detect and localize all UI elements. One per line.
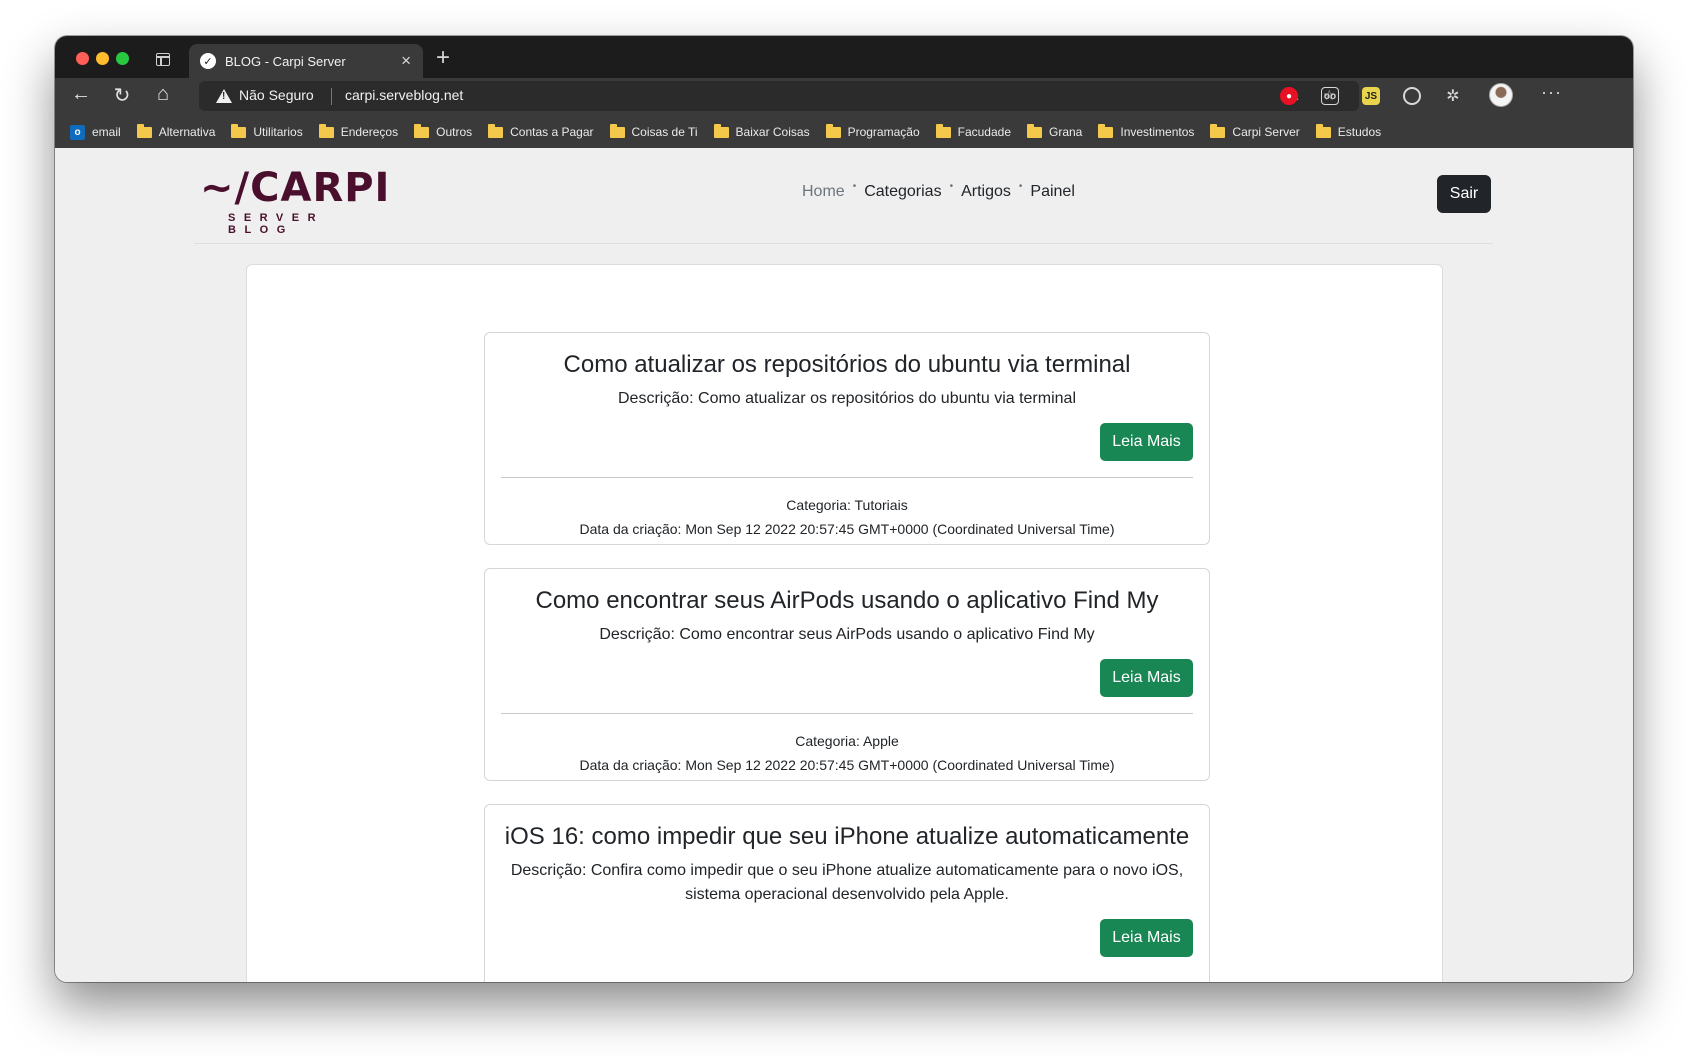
address-bar[interactable]: Não Seguro carpi.serveblog.net A ☆: [199, 81, 1359, 111]
folder-icon: [825, 123, 841, 138]
new-tab-icon[interactable]: +: [436, 44, 450, 72]
nav-articles[interactable]: Artigos: [953, 183, 1019, 201]
nav-panel[interactable]: Painel: [1022, 183, 1082, 201]
extension-red-icon[interactable]: ●: [1280, 87, 1298, 105]
article-title: Como encontrar seus AirPods usando o apl…: [535, 587, 1159, 614]
bookmark-folder[interactable]: Endereços: [318, 123, 398, 139]
security-label[interactable]: Não Seguro: [239, 87, 314, 103]
article-card: Como encontrar seus AirPods usando o apl…: [484, 568, 1210, 781]
carpi-logo-icon: ✓: [200, 53, 216, 69]
bookmark-folder[interactable]: Alternativa: [136, 123, 215, 139]
bookmark-folder[interactable]: Programação: [825, 123, 920, 139]
article-date: Data da criação: Mon Sep 12 2022 20:57:4…: [579, 521, 1115, 537]
home-icon[interactable]: ⌂: [150, 83, 176, 106]
outlook-icon: o: [70, 124, 85, 140]
folder-icon: [318, 123, 334, 138]
profile-avatar[interactable]: [1489, 83, 1513, 107]
article-card: iOS 16: como impedir que seu iPhone atua…: [484, 804, 1210, 982]
bookmark-folder[interactable]: Utilitarios: [231, 123, 303, 139]
articles-container: Como atualizar os repositórios do ubuntu…: [246, 264, 1443, 982]
folder-icon: [713, 123, 729, 138]
article-card: Como atualizar os repositórios do ubuntu…: [484, 332, 1210, 545]
nav-home[interactable]: Home: [794, 183, 853, 201]
read-more-button[interactable]: Leia Mais: [1100, 919, 1193, 957]
nav-separator: •: [949, 180, 954, 192]
read-more-button[interactable]: Leia Mais: [1100, 659, 1193, 697]
article-date: Data da criação: Mon Sep 12 2022 20:57:4…: [579, 757, 1115, 773]
folder-icon: [935, 123, 951, 138]
site-header: ~/CARPI SERVER BLOG Home • Categorias • …: [194, 148, 1493, 244]
article-description: Descrição: Como atualizar os repositório…: [618, 390, 1076, 407]
tab-active[interactable]: ✓ BLOG - Carpi Server ×: [189, 44, 423, 78]
browser-toolbar: ← ↻ ⌂ Não Seguro carpi.serveblog.net A ☆…: [55, 78, 1633, 116]
folder-icon: [609, 123, 625, 138]
extension-reader-icon[interactable]: oo: [1321, 87, 1339, 105]
bookmark-folder[interactable]: Facudade: [935, 123, 1011, 139]
bookmark-email[interactable]: o email: [70, 124, 121, 140]
folder-icon: [136, 123, 152, 138]
folder-icon: [488, 123, 504, 138]
logout-button[interactable]: Sair: [1437, 175, 1491, 213]
extensions-puzzle-icon[interactable]: ✲: [1444, 87, 1462, 105]
browser-window: ✓ BLOG - Carpi Server × + ← ↻ ⌂ Não Segu…: [55, 36, 1633, 982]
url-text[interactable]: carpi.serveblog.net: [345, 87, 463, 103]
address-separator: [331, 88, 332, 105]
tab-actions-icon[interactable]: [156, 53, 170, 66]
tab-strip: ✓ BLOG - Carpi Server × +: [55, 36, 1633, 78]
bookmark-folder[interactable]: Contas a Pagar: [488, 123, 594, 139]
close-tab-icon[interactable]: ×: [401, 51, 411, 71]
logo-text: ~/CARPI: [200, 165, 391, 211]
article-description: Descrição: Como encontrar seus AirPods u…: [599, 626, 1095, 643]
folder-icon: [1210, 123, 1226, 138]
folder-icon: [414, 123, 430, 138]
nav-separator: •: [852, 180, 857, 192]
refresh-icon[interactable]: ↻: [109, 83, 135, 108]
article-category: Categoria: Apple: [795, 733, 899, 749]
close-window-button[interactable]: [76, 52, 89, 65]
extension-js-icon[interactable]: JS: [1362, 87, 1380, 105]
maximize-window-button[interactable]: [116, 52, 129, 65]
page-viewport: ~/CARPI SERVER BLOG Home • Categorias • …: [55, 148, 1633, 982]
article-title: Como atualizar os repositórios do ubuntu…: [563, 351, 1131, 378]
minimize-window-button[interactable]: [96, 52, 109, 65]
bookmark-folder[interactable]: Estudos: [1315, 123, 1381, 139]
folder-icon: [1098, 123, 1114, 138]
divider: [501, 713, 1193, 714]
bookmark-folder[interactable]: Coisas de Ti: [609, 123, 698, 139]
warning-icon: [216, 89, 232, 103]
bookmark-folder[interactable]: Grana: [1027, 123, 1082, 139]
article-description: Descrição: Confira como impedir que o se…: [510, 862, 1184, 903]
site-logo[interactable]: ~/CARPI SERVER BLOG: [200, 165, 391, 236]
nav-separator: •: [1018, 180, 1023, 192]
back-icon[interactable]: ←: [68, 83, 94, 106]
read-more-button[interactable]: Leia Mais: [1100, 423, 1193, 461]
divider: [501, 477, 1193, 478]
extension-ring-icon[interactable]: [1403, 87, 1421, 105]
main-nav: Home • Categorias • Artigos • Painel: [794, 180, 1083, 201]
article-title: iOS 16: como impedir que seu iPhone atua…: [504, 823, 1190, 850]
logo-subtitle: SERVER BLOG: [228, 212, 325, 236]
article-category: Categoria: Tutoriais: [786, 497, 908, 513]
bookmark-folder[interactable]: Baixar Coisas: [713, 123, 810, 139]
folder-icon: [1315, 123, 1331, 138]
folder-icon: [231, 123, 247, 138]
folder-icon: [1027, 123, 1042, 138]
nav-categories[interactable]: Categorias: [856, 183, 949, 201]
more-menu-icon[interactable]: ···: [1541, 82, 1562, 103]
bookmark-folder[interactable]: Investimentos: [1098, 123, 1194, 139]
bookmarks-bar: o email Alternativa Utilitarios Endereços…: [55, 116, 1633, 148]
bookmark-folder[interactable]: Carpi Server: [1210, 123, 1300, 139]
bookmark-folder[interactable]: Outros: [414, 123, 472, 139]
tab-title: BLOG - Carpi Server: [225, 53, 346, 69]
